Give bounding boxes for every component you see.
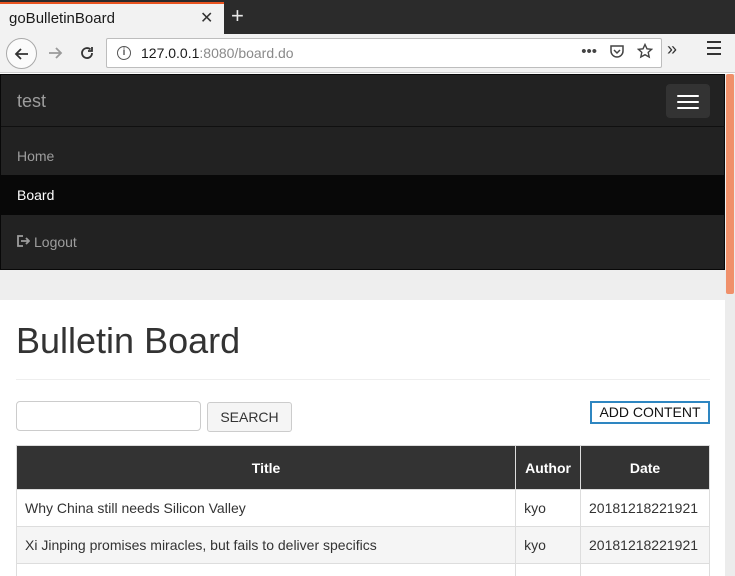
bookmark-star-icon[interactable] [636, 42, 654, 63]
url-host: 127.0.0.1 [141, 45, 200, 61]
new-tab-icon[interactable]: + [231, 3, 244, 29]
post-author: kyo [515, 489, 582, 527]
browser-tab-bar: goBulletinBoard ✕ + [0, 0, 735, 34]
table-header-row: Title Author Date [15, 445, 710, 490]
url-actions: ••• [581, 42, 654, 63]
gap-band [0, 270, 725, 300]
forward-icon[interactable] [40, 38, 70, 68]
posts-table: Title Author Date Why China still needs … [15, 445, 710, 576]
table-row[interactable]: Why China still needs Silicon Valley kyo… [15, 489, 710, 527]
post-date [580, 563, 710, 576]
url-text: 127.0.0.1:8080/board.do [141, 45, 294, 61]
page-title: Bulletin Board [16, 320, 241, 361]
search-input[interactable] [16, 401, 201, 431]
nav-divider [1, 126, 725, 127]
header-date: Date [580, 445, 710, 490]
header-title: Title [15, 445, 517, 490]
address-bar[interactable]: i 127.0.0.1:8080/board.do ••• [106, 38, 662, 68]
post-title[interactable] [15, 563, 517, 576]
search-button[interactable]: SEARCH [207, 402, 292, 432]
logout-label: Logout [34, 234, 77, 250]
url-path: :8080/board.do [199, 45, 294, 61]
table-row[interactable] [15, 563, 710, 576]
navbar-toggle-icon[interactable] [666, 84, 710, 118]
reload-icon[interactable] [72, 38, 102, 68]
tab-title: goBulletinBoard [9, 10, 115, 27]
page-viewport: test Home Board Logout Bulletin Board SE… [0, 74, 725, 576]
back-icon[interactable] [6, 38, 37, 69]
scrollbar[interactable] [725, 74, 735, 576]
browser-nav-bar: i 127.0.0.1:8080/board.do ••• » [0, 34, 735, 73]
info-icon[interactable]: i [117, 46, 131, 60]
site-navbar: test Home Board Logout [0, 74, 725, 270]
pocket-icon[interactable] [609, 43, 625, 63]
table-row[interactable]: Xi Jinping promises miracles, but fails … [15, 526, 710, 564]
add-content-button[interactable]: ADD CONTENT [590, 401, 710, 424]
post-date: 20181218221921 [580, 489, 710, 527]
header-author: Author [515, 445, 582, 490]
nav-item-logout[interactable]: Logout [1, 225, 724, 259]
post-title[interactable]: Why China still needs Silicon Valley [15, 489, 517, 527]
browser-tab[interactable]: goBulletinBoard ✕ [0, 2, 224, 34]
logout-icon [17, 226, 31, 260]
page-actions-icon[interactable]: ••• [581, 43, 597, 63]
post-author: kyo [515, 526, 582, 564]
hamburger-menu-icon[interactable] [707, 41, 721, 59]
main-content: Bulletin Board SEARCH ADD CONTENT Title … [0, 300, 725, 576]
post-title[interactable]: Xi Jinping promises miracles, but fails … [15, 526, 517, 564]
scrollbar-thumb[interactable] [726, 74, 734, 294]
overflow-icon[interactable]: » [667, 39, 677, 60]
post-author [515, 563, 582, 576]
divider [16, 379, 710, 380]
nav-item-home[interactable]: Home [1, 137, 724, 175]
brand[interactable]: test [17, 91, 46, 112]
nav-item-board[interactable]: Board [1, 175, 724, 215]
post-date: 20181218221921 [580, 526, 710, 564]
close-tab-icon[interactable]: ✕ [200, 8, 213, 28]
